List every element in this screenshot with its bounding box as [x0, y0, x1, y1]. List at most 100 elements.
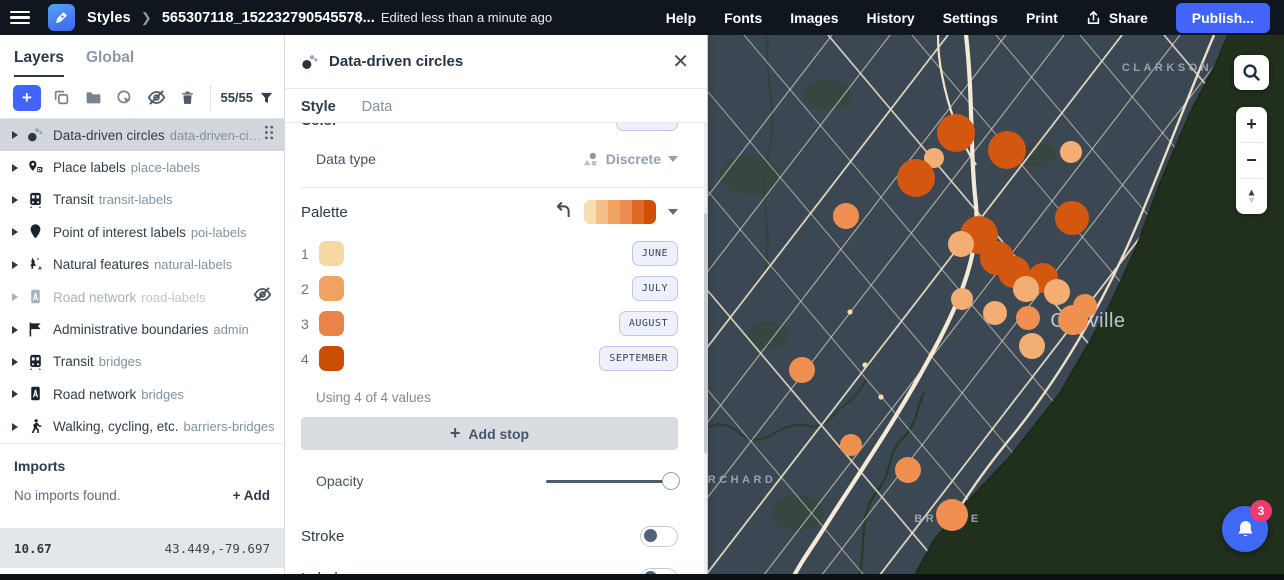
layer-id: barriers-bridges	[184, 419, 276, 434]
topnav-help[interactable]: Help	[666, 10, 696, 26]
data-circle[interactable]	[895, 457, 921, 483]
delete-layer-icon[interactable]	[177, 87, 197, 109]
share-button[interactable]: Share	[1086, 10, 1148, 26]
data-circle[interactable]	[936, 499, 968, 531]
layer-filter[interactable]: 55/55	[220, 90, 274, 105]
data-circle[interactable]	[988, 131, 1026, 169]
labels-row: Labels	[285, 560, 706, 574]
add-layer-button[interactable]: +	[13, 85, 41, 111]
palette-stops: 1JUNE2JULY3AUGUST4SEPTEMBER	[285, 236, 706, 376]
stop-color-swatch[interactable]	[319, 311, 344, 336]
opacity-label: Opacity	[316, 473, 363, 489]
close-panel-icon[interactable]: ✕	[672, 52, 689, 72]
data-circle[interactable]	[789, 357, 815, 383]
flag-icon	[27, 321, 45, 339]
stop-value-chip[interactable]: JUNE	[632, 241, 678, 266]
data-circle[interactable]	[833, 203, 859, 229]
palette-label: Palette	[301, 204, 348, 221]
expand-caret-icon[interactable]	[12, 358, 18, 366]
notifications-button[interactable]: 3	[1222, 506, 1268, 552]
expand-caret-icon[interactable]	[12, 164, 18, 172]
layer-row-bridges[interactable]: Road networkbridges	[0, 378, 284, 410]
expand-caret-icon[interactable]	[12, 261, 18, 269]
stop-value-chip[interactable]: SEPTEMBER	[599, 346, 678, 371]
data-circle[interactable]	[1060, 141, 1082, 163]
data-circle[interactable]	[1044, 279, 1070, 305]
sidebar-tabs: Layers Global	[0, 35, 284, 77]
zoom-out-button[interactable]: −	[1236, 143, 1267, 178]
expand-caret-icon[interactable]	[12, 293, 18, 301]
layer-row-natural-labels[interactable]: Natural featuresnatural-labels	[0, 249, 284, 281]
select-feature-icon[interactable]	[114, 87, 134, 109]
stop-value-chip[interactable]: AUGUST	[619, 311, 678, 336]
mapbox-studio-logo[interactable]	[48, 4, 75, 31]
layer-row-data-driven-circ[interactable]: Data-driven circlesdata-driven-circ…	[0, 119, 284, 151]
opacity-slider[interactable]	[546, 472, 678, 490]
panel-tab-style[interactable]: Style	[301, 99, 336, 122]
topnav-print[interactable]: Print	[1026, 10, 1058, 26]
hide-layer-icon[interactable]	[146, 87, 166, 109]
map-search-button[interactable]	[1234, 55, 1269, 90]
drag-handle-icon[interactable]	[263, 125, 274, 145]
compass-button[interactable]	[1236, 179, 1267, 214]
palette-gradient-swatch[interactable]	[584, 200, 656, 224]
add-import-button[interactable]: + Add	[233, 488, 270, 503]
expand-caret-icon[interactable]	[12, 228, 18, 236]
expand-caret-icon[interactable]	[12, 131, 18, 139]
palette-dropdown-icon[interactable]	[668, 209, 678, 215]
layer-style-panel: Data-driven circles ✕ StyleData Color Da…	[285, 35, 708, 574]
data-circle[interactable]	[1013, 276, 1039, 302]
sidebar-tab-layers[interactable]: Layers	[14, 49, 64, 77]
layer-hidden-eye-off-icon[interactable]	[253, 285, 272, 309]
group-folder-icon[interactable]	[83, 87, 103, 109]
layer-row-bridges[interactable]: Transitbridges	[0, 346, 284, 378]
color-field-chip[interactable]	[616, 123, 678, 131]
stroke-toggle[interactable]	[640, 526, 678, 547]
expand-caret-icon[interactable]	[12, 326, 18, 334]
pen-icon	[54, 10, 69, 25]
data-circle[interactable]	[983, 301, 1007, 325]
data-circle[interactable]	[1055, 201, 1089, 235]
layer-row-poi-labels[interactable]: Point of interest labelspoi-labels	[0, 216, 284, 248]
stop-value-chip[interactable]: JULY	[632, 276, 678, 301]
layer-row-place-labels[interactable]: Place labelsplace-labels	[0, 151, 284, 183]
style-menu-kebab-icon[interactable]: ⋮	[352, 13, 367, 23]
duplicate-layer-icon[interactable]	[52, 87, 72, 109]
panel-scrollbar[interactable]	[704, 123, 707, 574]
topnav-history[interactable]: History	[866, 10, 914, 26]
layer-row-admin[interactable]: Administrative boundariesadmin	[0, 313, 284, 345]
data-circle[interactable]	[937, 114, 975, 152]
map-canvas[interactable]: CLARKSONOakvilleORCHARDBRONTE + − 3	[708, 35, 1284, 574]
hamburger-menu-icon[interactable]	[0, 0, 40, 35]
topnav-settings[interactable]: Settings	[943, 10, 998, 26]
layer-row-barriers-bridges[interactable]: Walking, cycling, etc.barriers-bridges	[0, 411, 284, 443]
panel-tab-data[interactable]: Data	[362, 99, 393, 122]
topnav-images[interactable]: Images	[790, 10, 838, 26]
expand-caret-icon[interactable]	[12, 423, 18, 431]
topnav-fonts[interactable]: Fonts	[724, 10, 762, 26]
style-name[interactable]: 565307118_152232790545578...	[162, 10, 342, 26]
layer-row-road-labels[interactable]: Road networkroad-labels	[0, 281, 284, 313]
add-stop-button[interactable]: + Add stop	[301, 417, 678, 450]
stop-color-swatch[interactable]	[319, 241, 344, 266]
stop-color-swatch[interactable]	[319, 276, 344, 301]
undo-icon[interactable]	[554, 201, 572, 224]
publish-button[interactable]: Publish...	[1176, 3, 1270, 33]
zoom-in-button[interactable]: +	[1236, 107, 1267, 142]
layers-toolbar: + 55/55	[0, 77, 284, 119]
expand-caret-icon[interactable]	[12, 390, 18, 398]
data-circle[interactable]	[951, 288, 973, 310]
data-circle[interactable]	[840, 434, 862, 456]
data-circle[interactable]	[1016, 306, 1040, 330]
data-circle[interactable]	[897, 159, 935, 197]
data-type-select[interactable]: Discrete	[582, 151, 678, 168]
breadcrumb-styles[interactable]: Styles	[87, 10, 131, 26]
layer-name: Transit	[53, 354, 94, 369]
stop-color-swatch[interactable]	[319, 346, 344, 371]
expand-caret-icon[interactable]	[12, 196, 18, 204]
data-circle[interactable]	[1058, 305, 1088, 335]
sidebar-tab-global[interactable]: Global	[86, 49, 134, 77]
layer-row-transit-labels[interactable]: Transittransit-labels	[0, 184, 284, 216]
data-circle[interactable]	[1019, 333, 1045, 359]
data-circle[interactable]	[948, 231, 974, 257]
